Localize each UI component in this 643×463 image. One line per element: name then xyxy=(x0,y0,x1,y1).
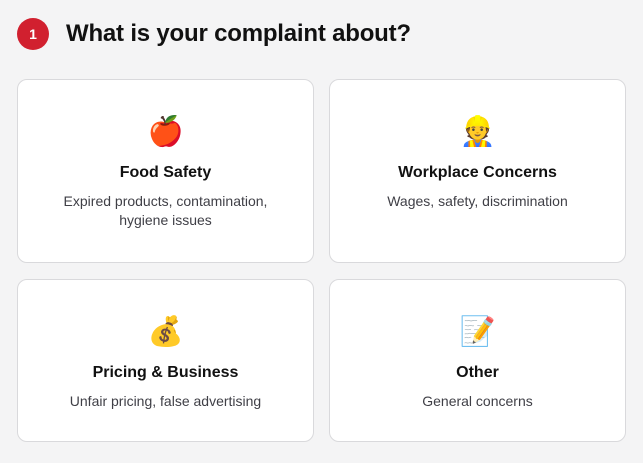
option-description: Expired products, contamination, hygiene… xyxy=(63,193,268,228)
option-description: Unfair pricing, false advertising xyxy=(69,393,262,409)
option-description: General concerns xyxy=(422,393,533,409)
option-title: Food Safety xyxy=(119,164,212,181)
question-title: What is your complaint about? xyxy=(66,20,411,47)
step-number-badge: 1 xyxy=(17,18,49,50)
option-title: Workplace Concerns xyxy=(398,164,557,181)
option-card-workplace-concerns[interactable]: 👷 Workplace Concerns Wages, safety, disc… xyxy=(329,79,626,263)
complaint-options-grid: 🍎 Food Safety Expired products, contamin… xyxy=(17,79,626,442)
option-card-pricing-business[interactable]: 💰 Pricing & Business Unfair pricing, fal… xyxy=(17,279,314,442)
memo-icon: 📝 xyxy=(459,314,496,348)
option-title: Pricing & Business xyxy=(92,364,239,381)
apple-icon: 🍎 xyxy=(147,114,184,148)
option-title: Other xyxy=(456,364,499,381)
option-card-food-safety[interactable]: 🍎 Food Safety Expired products, contamin… xyxy=(17,79,314,263)
option-description: Wages, safety, discrimination xyxy=(387,193,568,209)
money-bag-icon: 💰 xyxy=(147,314,184,348)
question-header: 1 What is your complaint about? xyxy=(17,18,411,50)
construction-worker-icon: 👷 xyxy=(459,114,496,148)
option-card-other[interactable]: 📝 Other General concerns xyxy=(329,279,626,442)
